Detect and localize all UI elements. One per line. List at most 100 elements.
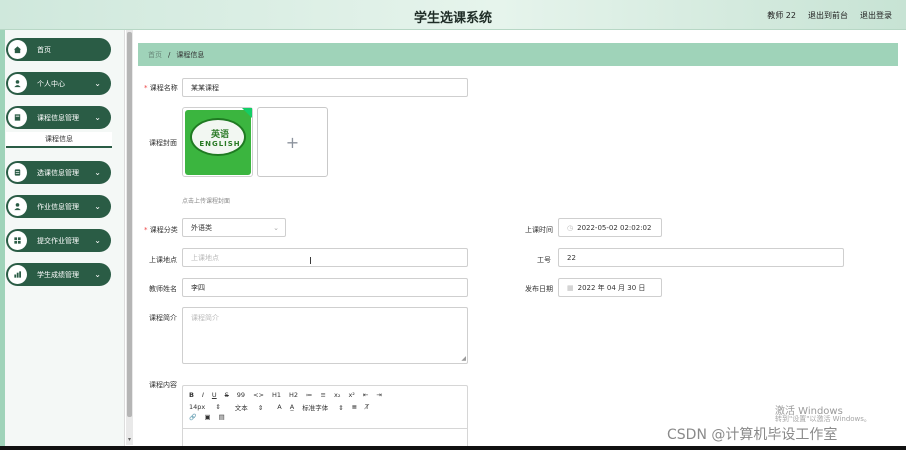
sidebar-item-homework-management[interactable]: 作业信息管理 ⌄ [6,195,111,218]
chart-icon [8,265,27,284]
editor-toolbar-row3: 🔗 ▣ ▤ [189,413,233,421]
category-label: * 课程分类 [144,226,178,234]
sidebar-item-profile[interactable]: 个人中心 ⌄ [6,72,111,95]
current-user: 教师 22 [767,11,796,20]
sidebar-item-label: 个人中心 [37,79,65,88]
bottom-edge [0,446,906,450]
header-bar: 学生选课系统 教师 22 退出到前台 退出登录 [0,0,906,30]
intro-textarea[interactable]: 课程简介 ◢ [182,307,468,364]
underline-button[interactable]: U [212,391,217,399]
location-placeholder: 上课地点 [191,253,219,262]
logout-link[interactable]: 退出登录 [860,10,892,21]
chevron-down-icon: ⌄ [94,79,101,88]
content-label: 课程内容 [149,381,177,389]
sidebar-item-course-management[interactable]: 课程信息管理 ⌄ [6,106,111,129]
home-icon [8,40,27,59]
sidebar-accent-strip [0,30,5,450]
sidebar-item-home[interactable]: 首页 [6,38,111,61]
code-button[interactable]: <> [253,391,264,399]
cover-text-en: ENGLISH [199,140,241,148]
rich-text-editor: B I U S 99 <> H1 H2 ≔ ≡ x₂ x² ⇤ ⇥ 14px ⇕… [182,385,468,450]
ordered-list-button[interactable]: ≔ [306,391,313,399]
font-family-select[interactable]: 标准字体 ⇕ [302,402,344,412]
book-icon [8,108,27,127]
superscript-button[interactable]: x² [348,391,354,399]
bold-button[interactable]: B [189,391,194,399]
document-icon [8,163,27,182]
class-time-label: 上课时间 [525,226,553,234]
publish-date-picker[interactable]: ▦ 2022 年 04 月 30 日 [558,278,662,297]
sidebar-item-label: 选课信息管理 [37,168,79,177]
speech-bubble-icon: 英语 ENGLISH [190,118,246,156]
location-input[interactable]: 上课地点 [182,248,468,267]
windows-activation-hint: 转到"设置"以激活 Windows。 [775,415,871,423]
italic-button[interactable]: I [202,391,204,399]
editor-toolbar-row1: B I U S 99 <> H1 H2 ≔ ≡ x₂ x² ⇤ ⇥ [189,391,390,399]
cover-text-cn: 英语 [210,130,229,140]
breadcrumb-separator: / [168,50,171,59]
location-label: 上课地点 [149,256,177,264]
chevron-down-icon: ⌄ [273,224,279,232]
cover-image-bg: 英语 ENGLISH [185,110,251,175]
sidebar-item-label: 作业信息管理 [37,202,79,211]
text-type-select[interactable]: 文本 ⇕ [235,402,264,412]
chevron-down-icon: ⌄ [94,270,101,279]
sidebar-subitem-course-info[interactable]: 课程信息 [6,132,112,148]
staff-id-input[interactable]: 22 [558,248,844,267]
teacher-name-label: 教师姓名 [149,285,177,293]
upload-cover-button[interactable]: + [257,107,328,177]
resize-handle-icon[interactable]: ◢ [461,355,466,362]
sidebar-item-label: 首页 [37,45,51,54]
subscript-button[interactable]: x₂ [334,391,340,399]
grid-icon [8,231,27,250]
font-size-select[interactable]: 14px ⇕ [189,403,221,411]
course-name-input[interactable]: 某某课程 [182,78,468,97]
sidebar-scrollbar[interactable]: ▾ [126,30,133,445]
breadcrumb-home[interactable]: 首页 [148,50,162,60]
clear-format-button[interactable]: T̸ [365,403,369,411]
chevron-down-icon: ⌄ [94,113,101,122]
calendar-icon: ▦ [567,283,574,292]
csdn-credit: CSDN @计算机毕设工作室 [667,427,838,443]
sidebar-item-submission-management[interactable]: 提交作业管理 ⌄ [6,229,111,252]
editor-toolbar-row2: 14px ⇕ 文本 ⇕ A A̲ 标准字体 ⇕ ≣ T̸ [189,402,377,412]
class-time-picker[interactable]: ◷ 2022-05-02 02:02:02 [558,218,662,237]
sidebar: 首页 个人中心 ⌄ 课程信息管理 ⌄ 课程信息 选课信息管理 ⌄ 作业信息管理 … [0,30,125,450]
indent-button[interactable]: ⇥ [376,391,381,399]
strike-button[interactable]: S [225,391,229,399]
intro-label: 课程简介 [149,314,177,322]
publish-date-label: 发布日期 [525,285,553,293]
clock-icon: ◷ [567,223,574,232]
category-select[interactable]: 外语类 ⌄ [182,218,286,237]
background-color-button[interactable]: A̲ [290,403,294,411]
bullet-list-button[interactable]: ≡ [321,391,326,399]
class-time-value: 2022-05-02 02:02:02 [577,223,652,232]
image-icon[interactable]: ▣ [204,413,210,421]
chevron-down-icon: ⌄ [94,168,101,177]
align-button[interactable]: ≣ [352,403,357,411]
sidebar-item-selection-management[interactable]: 选课信息管理 ⌄ [6,161,111,184]
course-cover-image[interactable]: 英语 ENGLISH [182,107,253,177]
quote-button[interactable]: 99 [237,391,245,399]
header-links: 教师 22 退出到前台 退出登录 [767,10,892,21]
sidebar-item-grades-management[interactable]: 学生成绩管理 ⌄ [6,263,111,286]
upload-success-check-icon [242,108,252,118]
sidebar-item-label: 学生成绩管理 [37,270,79,279]
category-value: 外语类 [191,223,212,232]
video-icon[interactable]: ▤ [219,413,225,421]
chevron-down-icon: ⌄ [94,202,101,211]
scroll-down-arrow-icon[interactable]: ▾ [126,436,133,443]
text-cursor-icon: I [309,256,312,267]
teacher-name-input[interactable]: 李四 [182,278,468,297]
h2-button[interactable]: H2 [289,391,298,399]
h1-button[interactable]: H1 [272,391,281,399]
front-page-link[interactable]: 退出到前台 [808,10,848,21]
scrollbar-thumb[interactable] [127,32,132,417]
user-icon [8,74,27,93]
font-color-button[interactable]: A [277,403,281,411]
outdent-button[interactable]: ⇤ [363,391,368,399]
publish-date-value: 2022 年 04 月 30 日 [577,283,646,292]
main-content: 首页 / 课程信息 * 课程名称 某某课程 课程封面 英语 ENGLISH + … [134,30,906,450]
link-icon[interactable]: 🔗 [189,414,196,421]
course-name-label: * 课程名称 [144,84,178,92]
